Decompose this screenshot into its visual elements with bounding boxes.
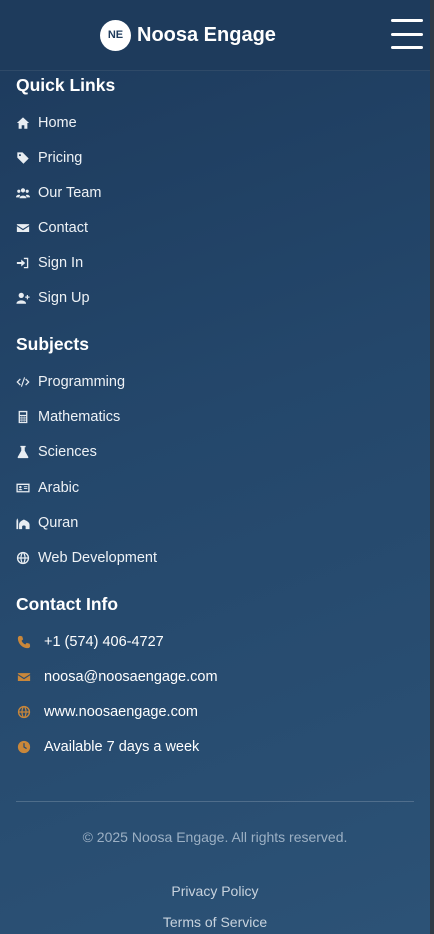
hamburger-menu-button[interactable] — [391, 19, 423, 49]
subject-mathematics[interactable]: Mathematics — [16, 407, 120, 427]
terms-of-service-link[interactable]: Terms of Service — [0, 914, 430, 930]
tag-icon — [16, 151, 30, 165]
subject-label: Arabic — [38, 480, 80, 496]
privacy-policy-link[interactable]: Privacy Policy — [0, 883, 430, 899]
scrollbar[interactable] — [430, 0, 434, 934]
quick-link-home[interactable]: Home — [16, 113, 77, 133]
contact-label: noosa@noosaengage.com — [44, 669, 218, 685]
quick-link-contact[interactable]: Contact — [16, 218, 88, 238]
flask-icon — [16, 445, 30, 459]
envelope-icon — [16, 221, 30, 235]
subject-label: Sciences — [38, 444, 97, 460]
quick-links-heading: Quick Links — [16, 75, 116, 95]
subject-sciences[interactable]: Sciences — [16, 442, 97, 462]
subject-label: Web Development — [38, 550, 158, 566]
contact-info-heading: Contact Info — [16, 594, 119, 614]
quick-link-label: Sign In — [38, 255, 84, 271]
contact-availability: Available 7 days a week — [16, 737, 199, 757]
subject-quran[interactable]: Quran — [16, 513, 78, 533]
contact-email[interactable]: noosa@noosaengage.com — [16, 667, 218, 687]
phone-icon — [16, 635, 32, 649]
quick-link-sign-in[interactable]: Sign In — [16, 253, 83, 273]
id-card-icon — [16, 481, 30, 495]
contact-label: +1 (574) 406-4727 — [44, 634, 164, 650]
contact-phone[interactable]: +1 (574) 406-4727 — [16, 632, 164, 652]
brand-logo-link[interactable]: NE Noosa Engage — [100, 19, 276, 51]
contact-label: www.noosaengage.com — [44, 704, 198, 720]
menu-bar-icon — [391, 19, 423, 22]
subjects-heading: Subjects — [16, 334, 89, 354]
users-icon — [16, 186, 30, 200]
contact-website[interactable]: www.noosaengage.com — [16, 702, 198, 722]
menu-bar-icon — [391, 46, 423, 49]
site-header: NE Noosa Engage — [0, 0, 434, 71]
footer-divider — [16, 801, 414, 802]
mosque-icon — [16, 516, 30, 530]
contact-label: Available 7 days a week — [44, 739, 200, 755]
subject-label: Programming — [38, 374, 126, 390]
subject-label: Quran — [38, 515, 79, 531]
quick-link-label: Pricing — [38, 150, 83, 166]
globe-icon — [16, 705, 32, 719]
envelope-icon — [16, 670, 32, 684]
subject-arabic[interactable]: Arabic — [16, 478, 79, 498]
quick-link-pricing[interactable]: Pricing — [16, 148, 82, 168]
quick-link-label: Contact — [38, 220, 88, 236]
subject-web-development[interactable]: Web Development — [16, 548, 157, 568]
copyright-text: © 2025 Noosa Engage. All rights reserved… — [82, 829, 348, 845]
user-plus-icon — [16, 291, 30, 305]
subject-programming[interactable]: Programming — [16, 372, 125, 392]
quick-link-sign-up[interactable]: Sign Up — [16, 288, 90, 308]
home-icon — [16, 116, 30, 130]
quick-link-our-team[interactable]: Our Team — [16, 183, 101, 203]
brand-name: Noosa Engage — [137, 23, 276, 46]
quick-link-label: Home — [38, 115, 77, 131]
calculator-icon — [16, 410, 30, 424]
clock-icon — [16, 740, 32, 754]
subject-label: Mathematics — [38, 409, 121, 425]
quick-link-label: Sign Up — [38, 290, 90, 306]
quick-link-label: Our Team — [38, 185, 102, 201]
globe-icon — [16, 551, 30, 565]
menu-bar-icon — [391, 32, 423, 36]
logo-badge: NE — [100, 19, 131, 51]
sign-in-icon — [16, 256, 30, 270]
code-icon — [16, 375, 30, 389]
